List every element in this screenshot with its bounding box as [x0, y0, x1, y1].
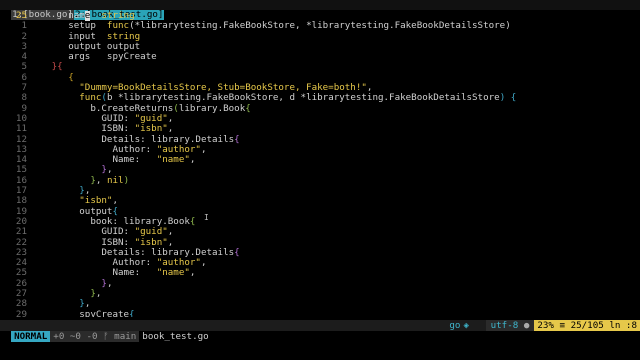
statusline-right: go ◈ utf-8 ● 23% ≡ 25/105 ln :8 [446, 320, 640, 331]
git-diff-summary: +0 ~0 -0 ᚠ main [50, 331, 140, 342]
code-token: , [106, 277, 113, 289]
file-type: go [449, 320, 461, 331]
code-token: library.Book [178, 102, 246, 114]
cursor-position: 23% ≡ 25/105 ln :8 [534, 320, 640, 331]
line-position: 25/105 [570, 320, 604, 331]
line-number: 29 [15, 308, 27, 317]
file-encoding-label: utf-8 [490, 320, 519, 331]
gopher-icon: ◈ [463, 320, 469, 331]
code-line[interactable]: 5 }{ [0, 61, 640, 73]
git-diff-counts: +0 ~0 -0 [53, 331, 98, 342]
code-token: , [95, 288, 102, 300]
mode-indicator: NORMAL [11, 331, 51, 342]
code-token: , [200, 257, 207, 269]
code-token: { [189, 215, 196, 227]
line-number: 7 [21, 82, 27, 94]
line-number: 6 [21, 71, 27, 83]
code-token: { [510, 92, 517, 104]
code-token: { [245, 102, 251, 114]
git-branch-name: main [114, 331, 137, 342]
scroll-percent: 23% [537, 320, 554, 331]
code-token: { [234, 246, 240, 258]
code-text: spyCreate{ [35, 308, 135, 317]
statusline: NORMAL +0 ~0 -0 ᚠ main book_test.go go ◈ ut… [0, 320, 640, 342]
code-line[interactable]: 4 args spyCreate [0, 51, 640, 63]
code-line[interactable]: 16 }, nil) [0, 174, 640, 186]
tabline: 1:[book.go] 2:[book_test.go] [0, 0, 640, 21]
apple-icon: ● [523, 320, 530, 331]
code-token: nil [106, 174, 124, 186]
git-branch-icon: ᚠ [103, 331, 109, 342]
mouse-cursor-icon: I [204, 213, 209, 222]
code-token: ) [123, 174, 130, 186]
code-token: , [95, 174, 107, 186]
code-token: , [189, 154, 196, 166]
line-number: 2 [21, 30, 27, 42]
code-line[interactable]: 27 }, [0, 288, 640, 300]
code-token: { [129, 308, 135, 317]
code-token: spyCreate [35, 308, 130, 317]
column-position: ln :8 [609, 320, 637, 331]
editor-buffer[interactable]: 25 name string 1 setup func(*librarytesti… [0, 11, 640, 317]
code-token: , [200, 143, 207, 155]
code-token: , [189, 267, 196, 279]
code-token: (*librarytesting.FakeBookStore, *library… [129, 20, 511, 32]
line-number: 5 [21, 61, 27, 73]
code-token: "name" [156, 154, 190, 166]
line-number: 25 [15, 11, 27, 21]
code-line[interactable]: 29 spyCreate{ [0, 308, 640, 317]
line-number: 1 [21, 20, 27, 32]
file-encoding: utf-8 ● [485, 320, 535, 331]
code-token: "name" [156, 267, 190, 279]
line-number: 3 [21, 40, 27, 52]
line-number: 21 [15, 226, 27, 238]
code-token: { [234, 133, 240, 145]
line-number: 8 [21, 92, 27, 104]
line-number: 4 [21, 51, 27, 63]
file-name: book_test.go [142, 331, 209, 342]
